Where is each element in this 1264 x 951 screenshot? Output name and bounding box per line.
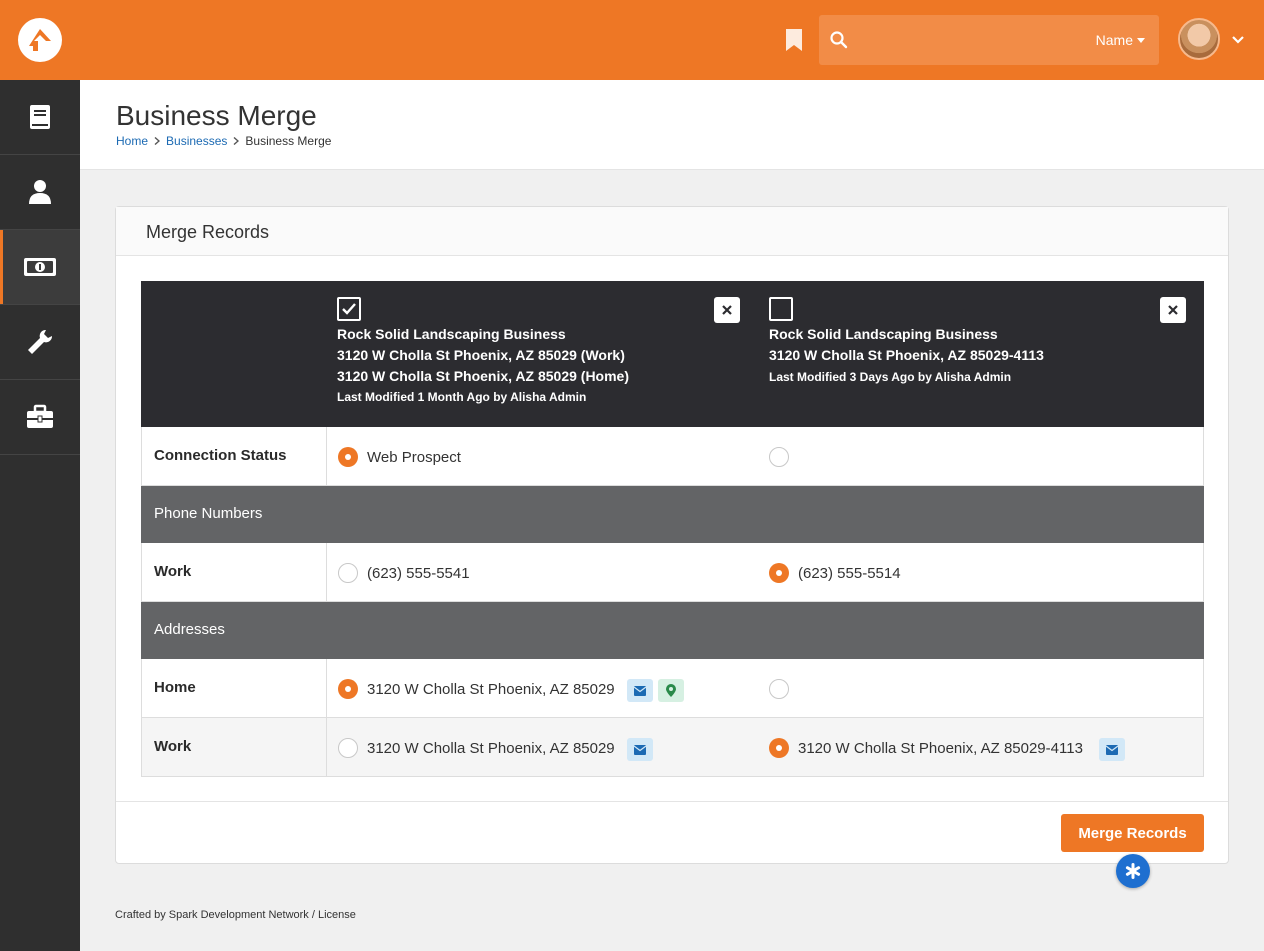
connection-status-radio-1[interactable] xyxy=(338,447,358,467)
record-name: Rock Solid Landscaping Business xyxy=(769,326,998,342)
breadcrumb-home[interactable]: Home xyxy=(116,134,148,148)
search-icon xyxy=(830,31,848,49)
search-type-label: Name xyxy=(1095,32,1133,48)
column-divider xyxy=(326,427,327,485)
person-icon xyxy=(29,180,51,204)
chevron-right-icon xyxy=(233,137,240,145)
row-connection-status: Connection Status Web Prospect xyxy=(141,427,1204,486)
top-bar: Name xyxy=(0,0,1264,80)
section-label: Phone Numbers xyxy=(154,505,263,522)
breadcrumb-businesses[interactable]: Businesses xyxy=(166,134,227,148)
record-name: Rock Solid Landscaping Business xyxy=(337,326,566,342)
sidebar-item-admin-tools[interactable] xyxy=(0,305,80,380)
row-label: Connection Status xyxy=(154,447,287,464)
sidebar xyxy=(0,80,80,951)
address-home-radio-1[interactable] xyxy=(338,679,358,699)
primary-record-checkbox-2[interactable] xyxy=(769,297,793,321)
envelope-icon xyxy=(634,685,646,696)
record-header-2: Rock Solid Landscaping Business 3120 W C… xyxy=(769,297,1044,384)
phone-work-radio-2[interactable] xyxy=(769,563,789,583)
connection-status-radio-2[interactable] xyxy=(769,447,789,467)
envelope-icon xyxy=(634,744,646,755)
remove-record-button-2[interactable] xyxy=(1160,297,1186,323)
mailing-address-tag xyxy=(627,738,653,761)
sidebar-item-business[interactable] xyxy=(0,380,80,455)
address-home-value-1: 3120 W Cholla St Phoenix, AZ 85029 xyxy=(367,681,615,698)
mapped-location-tag xyxy=(658,679,684,702)
address-work-radio-1[interactable] xyxy=(338,738,358,758)
close-icon xyxy=(1168,305,1178,315)
chevron-down-icon[interactable] xyxy=(1231,33,1245,47)
panel-title: Merge Records xyxy=(146,222,270,242)
row-address-work: Work 3120 W Cholla St Phoenix, AZ 85029 … xyxy=(141,718,1204,777)
address-home-radio-2[interactable] xyxy=(769,679,789,699)
search-bar: Name xyxy=(819,15,1159,65)
record-header-row: Rock Solid Landscaping Business 3120 W C… xyxy=(141,281,1204,427)
record-modified: Last Modified 1 Month Ago by Alisha Admi… xyxy=(337,390,587,404)
money-icon xyxy=(24,258,56,276)
map-marker-icon xyxy=(666,684,676,697)
column-divider xyxy=(326,659,327,717)
address-work-value-2: 3120 W Cholla St Phoenix, AZ 85029-4113 xyxy=(798,740,1083,757)
search-type-dropdown[interactable]: Name xyxy=(1096,32,1145,48)
phone-work-radio-1[interactable] xyxy=(338,563,358,583)
section-phone-numbers: Phone Numbers xyxy=(141,486,1204,543)
column-divider xyxy=(326,718,327,776)
breadcrumb: Home Businesses Business Merge xyxy=(116,134,331,148)
address-work-radio-2[interactable] xyxy=(769,738,789,758)
page-header: Business Merge Home Businesses Business … xyxy=(80,80,1264,170)
row-address-home: Home 3120 W Cholla St Phoenix, AZ 85029 xyxy=(141,659,1204,718)
row-label: Home xyxy=(154,679,196,696)
caret-down-icon xyxy=(1137,38,1145,43)
panel-heading: Merge Records xyxy=(116,207,1228,256)
section-addresses: Addresses xyxy=(141,602,1204,659)
mailing-address-tag xyxy=(627,679,653,702)
primary-record-checkbox-1[interactable] xyxy=(337,297,361,321)
section-label: Addresses xyxy=(154,621,225,638)
address-work-value-1: 3120 W Cholla St Phoenix, AZ 85029 xyxy=(367,740,615,757)
record-address-line: 3120 W Cholla St Phoenix, AZ 85029 (Home… xyxy=(337,368,630,384)
mailing-address-tag xyxy=(1099,738,1125,761)
bookmark-icon[interactable] xyxy=(785,29,803,51)
phone-work-value-1: (623) 555-5541 xyxy=(367,565,470,582)
envelope-icon xyxy=(1106,744,1118,755)
row-label: Work xyxy=(154,563,192,580)
search-input[interactable] xyxy=(859,25,1079,55)
asterisk-action-button[interactable] xyxy=(1116,854,1150,888)
row-phone-work: Work (623) 555-5541 (623) 555-5514 xyxy=(141,543,1204,602)
record-header-1: Rock Solid Landscaping Business 3120 W C… xyxy=(337,297,629,404)
remove-record-button-1[interactable] xyxy=(714,297,740,323)
asterisk-icon xyxy=(1125,863,1141,879)
rock-logo-icon[interactable] xyxy=(18,18,62,62)
record-address-line: 3120 W Cholla St Phoenix, AZ 85029 (Work… xyxy=(337,347,625,363)
panel-footer-divider xyxy=(116,801,1228,802)
phone-work-value-2: (623) 555-5514 xyxy=(798,565,901,582)
row-label: Work xyxy=(154,738,192,755)
avatar[interactable] xyxy=(1178,18,1220,60)
sidebar-item-people[interactable] xyxy=(0,155,80,230)
chevron-right-icon xyxy=(154,137,161,145)
connection-status-value-1: Web Prospect xyxy=(367,449,461,466)
record-modified: Last Modified 3 Days Ago by Alisha Admin xyxy=(769,370,1012,384)
book-icon xyxy=(30,105,50,129)
checkmark-icon xyxy=(342,303,356,315)
page-title: Business Merge xyxy=(116,100,317,131)
sidebar-item-finance[interactable] xyxy=(0,230,80,305)
wrench-icon xyxy=(28,329,53,354)
breadcrumb-current: Business Merge xyxy=(245,134,332,148)
footer-credit: Crafted by Spark Development Network / L… xyxy=(115,909,356,921)
sidebar-item-book[interactable] xyxy=(0,80,80,155)
record-address-line: 3120 W Cholla St Phoenix, AZ 85029-4113 xyxy=(769,347,1044,363)
column-divider xyxy=(326,543,327,601)
briefcase-icon xyxy=(27,404,53,428)
merge-records-button[interactable]: Merge Records xyxy=(1061,814,1204,852)
close-icon xyxy=(722,305,732,315)
